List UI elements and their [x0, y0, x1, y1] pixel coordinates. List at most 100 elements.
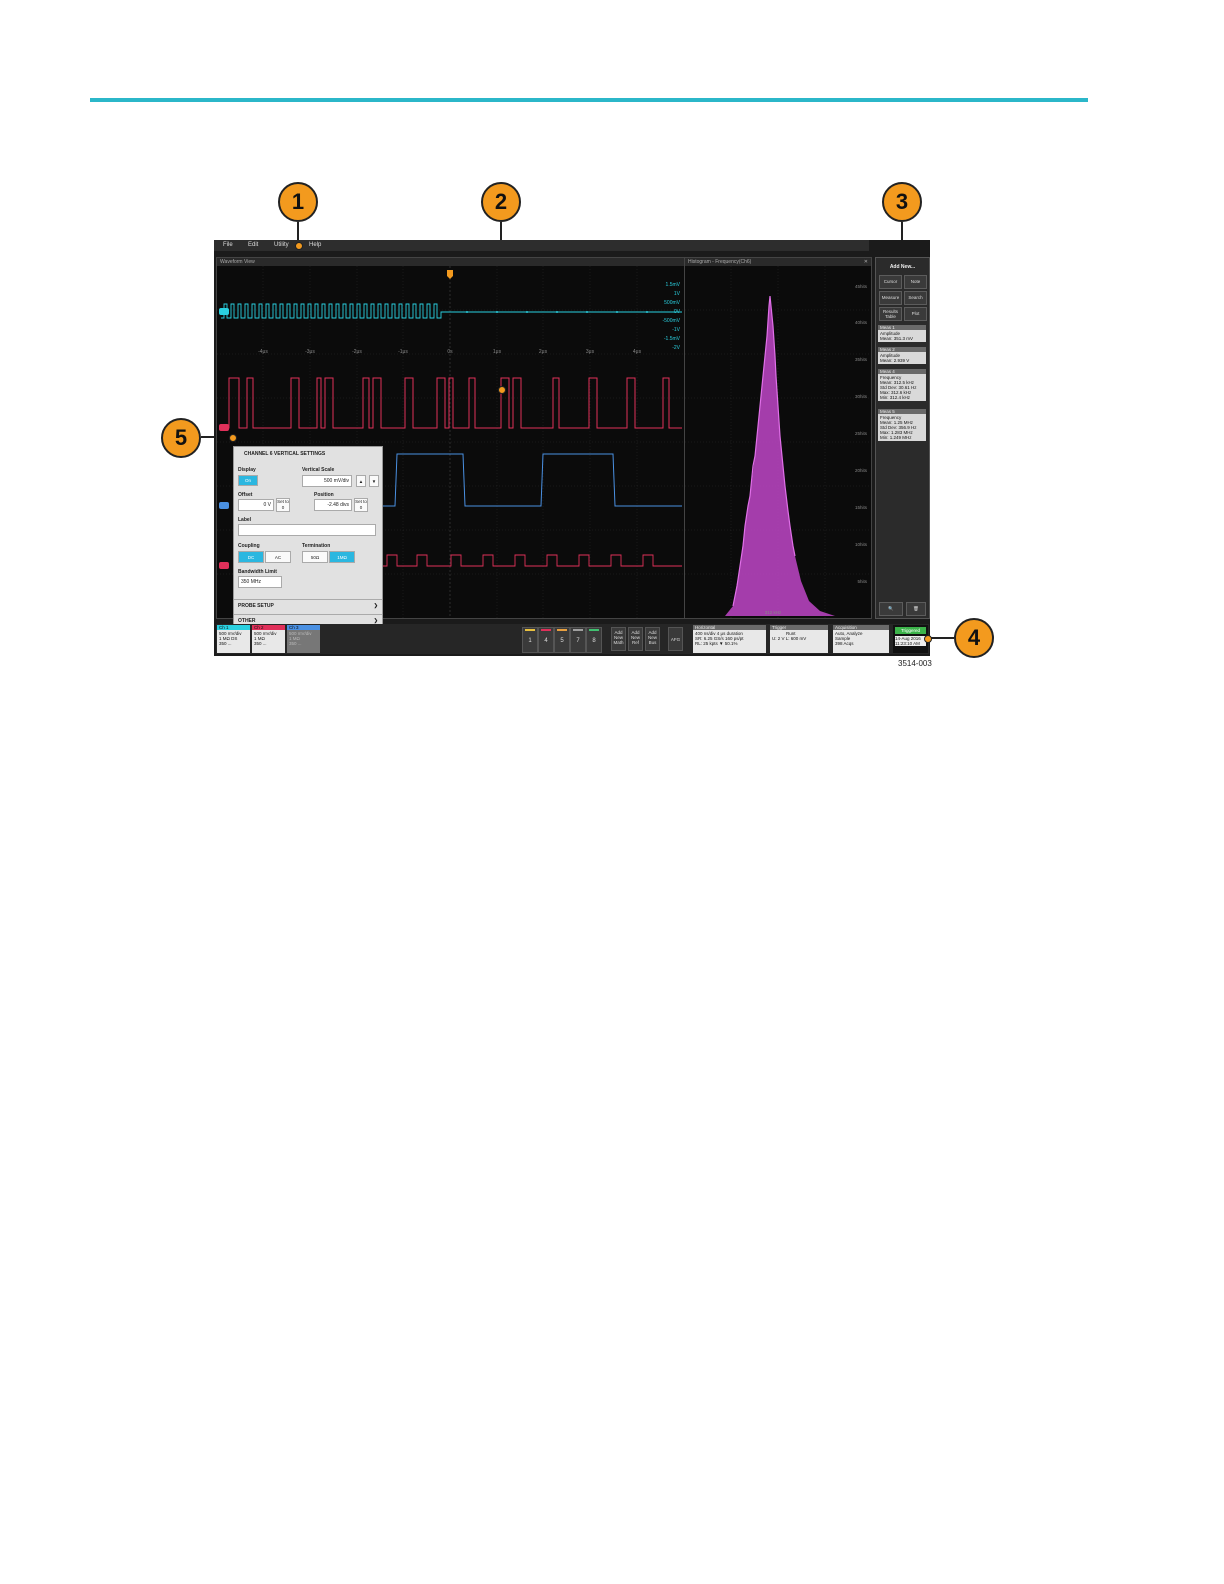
add-new-ref-button[interactable]: Add New Ref [628, 627, 643, 651]
label-input[interactable] [238, 524, 376, 536]
hist-y-label: 45hits [855, 284, 868, 289]
menu-help[interactable]: Help [309, 242, 321, 248]
callout-1: 1 [278, 182, 318, 222]
add-new-bus-button[interactable]: Add New Bus [645, 627, 660, 651]
meas-1-badge[interactable]: Meas 1 Amplitude Mean: 351.3 mV [878, 325, 926, 342]
waveform-view[interactable]: Waveform View -4μs -3μs -2μs -1μs 0s 1μs… [216, 257, 685, 632]
menu-edit[interactable]: Edit [248, 242, 258, 248]
time-label: -4μs [258, 349, 268, 355]
coupling-label: Coupling [238, 543, 260, 549]
coupling-ac-button[interactable]: AC [265, 551, 291, 563]
channel-button-5[interactable]: 5 [554, 627, 570, 653]
cursor-button[interactable]: Cursor [879, 275, 902, 289]
add-new-math-button[interactable]: Add New Math [611, 627, 626, 651]
bandwidth-limit-label: Bandwidth Limit [238, 569, 277, 575]
zoom-icon[interactable]: 🔍 [879, 602, 903, 616]
callout-4-dot [924, 635, 932, 643]
display-label: Display [238, 467, 256, 473]
bandwidth-limit-select[interactable]: 350 MHz [238, 576, 282, 588]
hist-y-label: 25hits [855, 431, 868, 436]
scale-label: 0V [674, 309, 681, 315]
label-label: Label [238, 517, 252, 523]
termination-1m-button[interactable]: 1MΩ [329, 551, 355, 563]
channel-number: 7 [576, 638, 580, 644]
offset-set-to-0-button[interactable]: Set to 0 [276, 498, 290, 512]
coupling-dc-button[interactable]: DC [238, 551, 264, 563]
afg-button[interactable]: AFG [668, 627, 683, 651]
ch2-line: 350 ... [254, 641, 267, 646]
termination-50-button[interactable]: 50Ω [302, 551, 328, 563]
probe-setup-row[interactable]: PROBE SETUP ❯ [234, 599, 382, 613]
measure-button[interactable]: Measure [879, 291, 902, 305]
vertical-scale-down-button[interactable]: ▼ [369, 475, 379, 487]
meas-2-badge[interactable]: Meas 2 Amplitude Mean: 2.939 V [878, 347, 926, 364]
histogram-view[interactable]: Histogram - Frequency(Ch6) ✕ 45hits 40hi… [684, 257, 872, 619]
position-set-to-0-button[interactable]: Set to 0 [354, 498, 368, 512]
scale-label: -2V [672, 345, 680, 351]
callout-1-dot [295, 242, 303, 250]
channel-number: 4 [544, 638, 548, 644]
hist-y-label: 15hits [855, 505, 868, 510]
ch3-line: 350 ... [289, 641, 302, 646]
search-button[interactable]: Search [904, 291, 927, 305]
menu-file[interactable]: File [223, 242, 233, 248]
hist-y-label: 35hits [855, 357, 868, 362]
time-label: -2μs [352, 349, 362, 355]
time-label: 1μs [493, 349, 502, 355]
header-rule [90, 98, 1088, 102]
offset-input[interactable]: 0 V [238, 499, 274, 511]
hist-y-label: 10hits [855, 542, 868, 547]
vertical-scale-input[interactable]: 500 mV/div [302, 475, 352, 487]
menu-bar: File Edit Utility Help [214, 240, 869, 251]
offset-label: Offset [238, 492, 253, 498]
probe-setup-label: PROBE SETUP [238, 603, 274, 609]
ch3-marker [219, 502, 229, 509]
scale-label: -500mV [662, 318, 680, 324]
waveform-view-titlebar: Waveform View [217, 258, 684, 266]
channel-number: 1 [528, 638, 532, 644]
channel-button-1[interactable]: 1 [522, 627, 538, 653]
time-label: 2μs [539, 349, 548, 355]
histogram-bars [705, 296, 835, 616]
ch3-badge[interactable]: Ch 3 500 mV/div 1 MΩ 350 ... [287, 625, 320, 653]
scale-label: 1V [674, 291, 681, 297]
menu-utility[interactable]: Utility [274, 242, 289, 248]
horizontal-badge[interactable]: Horizontal 400 ns/div 4 μs duration SR: 6… [693, 625, 766, 653]
acquisition-line: 398 Acqs [835, 641, 854, 646]
time-label: -3μs [305, 349, 315, 355]
trigger-badge[interactable]: Trigger Runt U: 2 V L: 600 mV [770, 625, 828, 653]
add-new-label: Add New... [889, 264, 916, 270]
channel-button-4[interactable]: 4 [538, 627, 554, 653]
trash-icon[interactable]: 🗑 [906, 602, 926, 616]
meas-4-badge[interactable]: Meas 4 Frequency Mean: 312.5 kHz Std Dev… [878, 369, 926, 401]
waveform-view-title: Waveform View [220, 259, 255, 265]
note-button[interactable]: Note [904, 275, 927, 289]
channel-number: 5 [560, 638, 564, 644]
meas-5-badge[interactable]: Meas 5 Frequency Mean: 1.25 MHz Std Dev:… [878, 409, 926, 441]
triggered-status: Triggered 14-Aug 2016 11:23:10 AM [893, 625, 928, 653]
position-input[interactable]: -2.48 divs [314, 499, 352, 511]
acquisition-badge[interactable]: Acquisition Auto, Analyze Sample 398 Acqs [833, 625, 889, 653]
scale-label: 1.5mV [666, 282, 681, 288]
meas-5-line: Min: 1.249 MHz [880, 435, 912, 440]
results-table-button[interactable]: Results Table [879, 307, 902, 321]
callout-2: 2 [481, 182, 521, 222]
channel-button-8[interactable]: 8 [586, 627, 602, 653]
display-toggle[interactable]: On [238, 475, 258, 486]
position-label: Position [314, 492, 334, 498]
plot-button[interactable]: Plot [904, 307, 927, 321]
ch2-badge[interactable]: Ch 2 500 mV/div 1 MΩ 350 ... [252, 625, 285, 653]
scale-label: -1V [672, 327, 680, 333]
hist-y-label: 30hits [855, 394, 868, 399]
ch3-trace [377, 453, 682, 507]
channel-button-7[interactable]: 7 [570, 627, 586, 653]
meas-4-line: Min: 312.4 kHz [880, 395, 911, 400]
close-icon[interactable]: ✕ [864, 258, 868, 266]
channel-vertical-settings-dialog: CHANNEL 6 VERTICAL SETTINGS Display On V… [233, 446, 383, 632]
trigger-line: U: 2 V L: 600 mV [772, 636, 807, 641]
meas-2-line: Mean: 2.939 V [880, 358, 910, 363]
ch1-badge[interactable]: Ch 1 500 mV/div 1 MΩ DS 350 ... [217, 625, 250, 653]
callout-4: 4 [954, 618, 994, 658]
vertical-scale-up-button[interactable]: ▲ [356, 475, 366, 487]
time-label: 0s [447, 349, 453, 355]
